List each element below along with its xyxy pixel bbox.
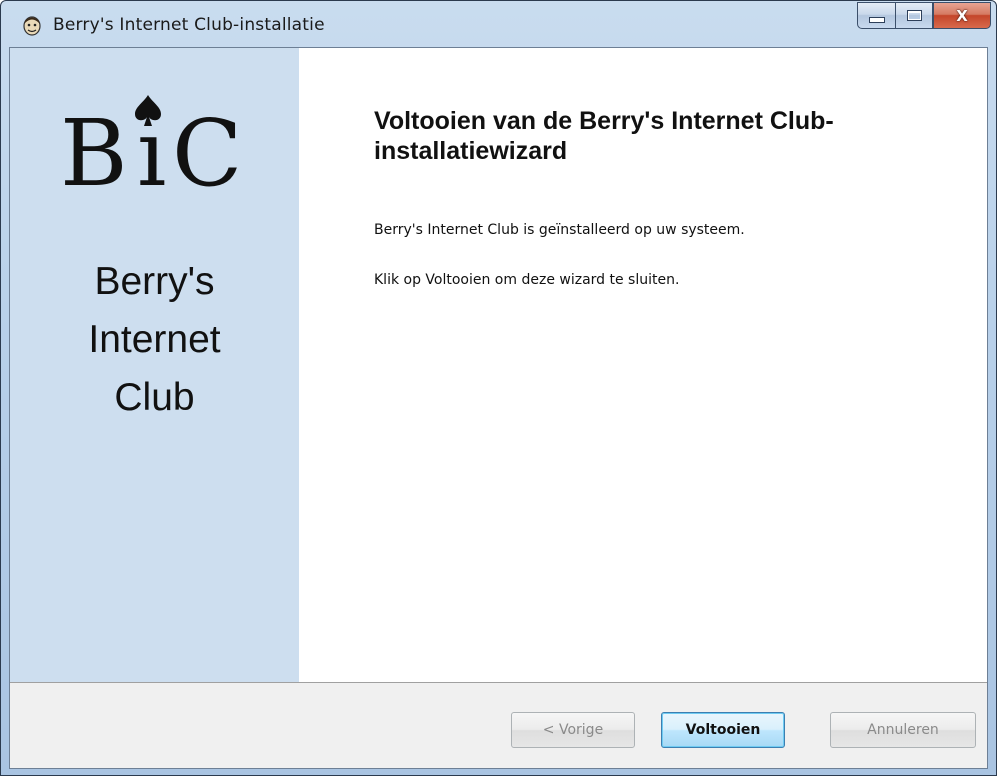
- brand-line: Berry's: [94, 260, 215, 303]
- cancel-button[interactable]: Annuleren: [830, 712, 976, 748]
- window-title: Berry's Internet Club-installatie: [53, 15, 325, 35]
- bic-logo: B ı C: [10, 88, 299, 208]
- back-button[interactable]: < Vorige: [511, 712, 635, 748]
- minimize-icon: [868, 16, 885, 23]
- maximize-button[interactable]: [895, 2, 933, 29]
- page-title: Voltooien van de Berry's Internet Club-i…: [374, 107, 834, 165]
- finish-button[interactable]: Voltooien: [661, 712, 785, 748]
- close-button[interactable]: X: [933, 2, 991, 29]
- spade-icon: [135, 95, 161, 126]
- installer-window: Berry's Internet Club-installatie X B ı …: [0, 0, 997, 776]
- app-icon: [23, 16, 41, 36]
- brand-name: Berry's Internet Club: [10, 253, 299, 427]
- brand-line: Internet: [88, 318, 221, 361]
- wizard-content: Voltooien van de Berry's Internet Club-i…: [299, 48, 987, 682]
- wizard-sidebar: B ı C Berry's Internet Club: [10, 48, 299, 682]
- title-bar[interactable]: Berry's Internet Club-installatie X: [1, 1, 996, 47]
- close-icon: X: [956, 6, 968, 25]
- instruction-message: Klik op Voltooien om deze wizard te slui…: [374, 272, 680, 288]
- status-message: Berry's Internet Club is geïnstalleerd o…: [374, 222, 745, 238]
- minimize-button[interactable]: [857, 2, 895, 29]
- brand-line: Club: [114, 376, 195, 419]
- wizard-footer: < Vorige Voltooien Annuleren: [10, 683, 987, 768]
- wizard-client-area: B ı C Berry's Internet Club Voltooien va…: [9, 47, 988, 769]
- maximize-icon: [906, 10, 922, 21]
- logo-letter-b: B: [60, 100, 128, 207]
- caption-buttons: X: [857, 2, 991, 29]
- logo-letter-c: C: [172, 100, 243, 207]
